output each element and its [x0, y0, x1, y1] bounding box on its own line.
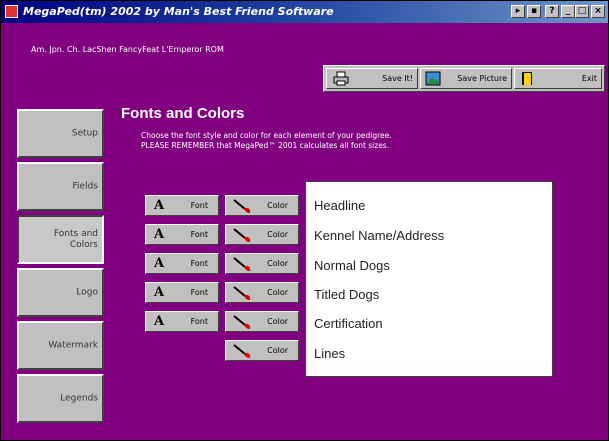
close-button[interactable]: ×: [591, 5, 605, 18]
minimize-button[interactable]: _: [561, 5, 575, 18]
titled-dogs-color-button[interactable]: Color: [225, 282, 299, 303]
font-a-icon: A: [154, 256, 165, 271]
save-label: Save It!: [382, 74, 413, 83]
kennel-font-button[interactable]: A Font: [145, 224, 219, 245]
printer-icon: [333, 71, 349, 86]
headline-color-button[interactable]: Color: [225, 195, 299, 216]
help-button[interactable]: ?: [545, 5, 559, 18]
instruction-line: Choose the font style and color for each…: [141, 131, 392, 140]
toolbar: Save It! Save Picture Exit: [323, 65, 605, 92]
save-button[interactable]: Save It!: [326, 68, 418, 89]
normal-dogs-font-button[interactable]: A Font: [145, 253, 219, 274]
paintbrush-icon: [233, 286, 251, 300]
sidebar: Setup Fields Fonts and Colors Logo Water…: [14, 107, 107, 427]
exit-button[interactable]: Exit: [514, 68, 602, 89]
app-window: MegaPed(tm) 2002 by Man's Best Friend So…: [0, 0, 609, 441]
sidebar-item-logo[interactable]: Logo: [17, 268, 104, 317]
paintbrush-icon: [233, 199, 251, 213]
headline-font-button[interactable]: A Font: [145, 195, 219, 216]
font-a-icon: A: [154, 198, 165, 213]
app-icon[interactable]: [5, 5, 18, 18]
page-title: Fonts and Colors: [121, 105, 245, 122]
font-button-label: Font: [190, 288, 208, 297]
paintbrush-icon: [233, 257, 251, 271]
sidebar-item-fields[interactable]: Fields: [17, 162, 104, 211]
sidebar-item-watermark[interactable]: Watermark: [17, 321, 104, 370]
font-a-icon: A: [154, 227, 165, 242]
sidebar-item-label: Logo: [76, 287, 98, 297]
preview-titled-dogs: Titled Dogs: [314, 287, 380, 302]
context-help-icon[interactable]: ▸: [511, 5, 525, 18]
font-button-label: Font: [190, 259, 208, 268]
kennel-color-button[interactable]: Color: [225, 224, 299, 245]
save-picture-label: Save Picture: [457, 74, 507, 83]
lines-color-button[interactable]: Color: [225, 340, 299, 361]
normal-dogs-color-button[interactable]: Color: [225, 253, 299, 274]
color-button-label: Color: [267, 259, 288, 268]
color-button-label: Color: [267, 288, 288, 297]
preview-lines: Lines: [314, 346, 346, 361]
titled-dogs-font-button[interactable]: A Font: [145, 282, 219, 303]
sidebar-item-label: Setup: [71, 128, 98, 138]
sidebar-item-label: Legends: [60, 393, 98, 403]
certification-font-button[interactable]: A Font: [145, 311, 219, 332]
title-bar[interactable]: MegaPed(tm) 2002 by Man's Best Friend So…: [1, 1, 608, 23]
color-button-label: Color: [267, 230, 288, 239]
sidebar-item-label: Fonts and Colors: [53, 228, 98, 250]
color-button-label: Color: [267, 317, 288, 326]
paintbrush-icon: [233, 344, 251, 358]
preview-headline: Headline: [314, 198, 366, 213]
preview-certification: Certification: [314, 316, 383, 331]
instruction-line: PLEASE REMEMBER that MegaPed™ 2001 calcu…: [141, 141, 390, 150]
paintbrush-icon: [233, 315, 251, 329]
font-button-label: Font: [190, 317, 208, 326]
certification-color-button[interactable]: Color: [225, 311, 299, 332]
maximize-button[interactable]: □: [575, 5, 589, 18]
exit-label: Exit: [581, 74, 597, 83]
sidebar-item-label: Watermark: [48, 340, 98, 350]
preview-normal-dogs: Normal Dogs: [314, 258, 390, 273]
paintbrush-icon: [233, 228, 251, 242]
dog-name: Am. Jpn. Ch. LacShen FancyFeat L'Emperor…: [31, 45, 224, 54]
save-picture-button[interactable]: Save Picture: [420, 68, 512, 89]
sidebar-item-setup[interactable]: Setup: [17, 109, 104, 158]
color-button-label: Color: [267, 201, 288, 210]
font-a-icon: A: [154, 285, 165, 300]
pin-icon[interactable]: ▪: [527, 5, 541, 18]
window-title: MegaPed(tm) 2002 by Man's Best Friend So…: [23, 5, 334, 18]
sidebar-item-label: Fields: [72, 181, 98, 191]
door-icon: [522, 72, 532, 85]
sidebar-item-legends[interactable]: Legends: [17, 374, 104, 423]
font-button-label: Font: [190, 230, 208, 239]
picture-icon: [425, 71, 441, 86]
preview-kennel: Kennel Name/Address: [314, 228, 445, 243]
preview-panel: Headline Kennel Name/Address Normal Dogs…: [305, 181, 553, 377]
instructions: Choose the font style and color for each…: [141, 131, 392, 151]
sidebar-item-fonts-and-colors[interactable]: Fonts and Colors: [17, 215, 104, 264]
color-button-label: Color: [267, 346, 288, 355]
font-a-icon: A: [154, 314, 165, 329]
font-button-label: Font: [190, 201, 208, 210]
